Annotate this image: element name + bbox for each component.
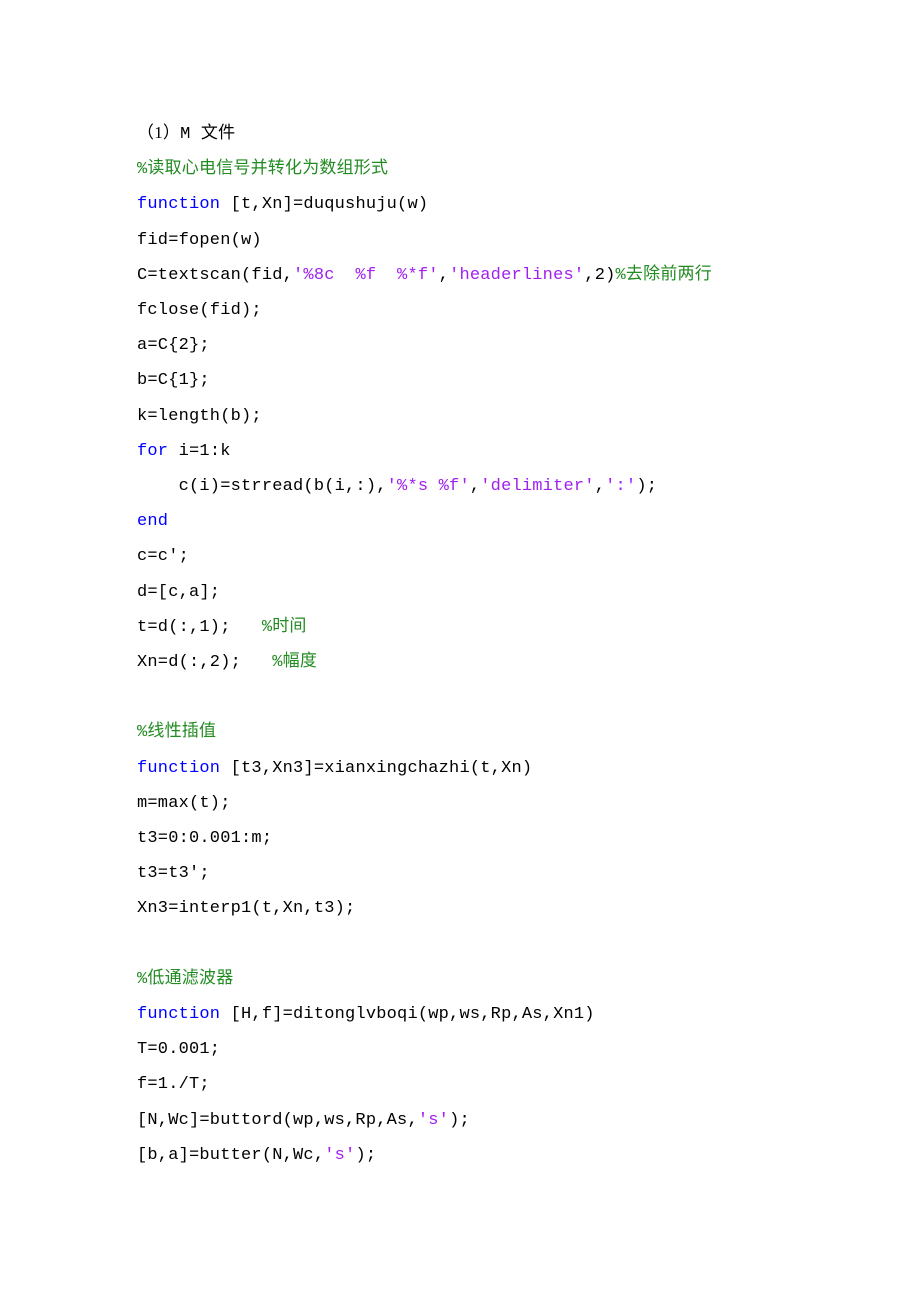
code-line: function [H,f]=ditonglvboqi(wp,ws,Rp,As,… <box>137 997 790 1032</box>
code-token: i=1:k <box>179 442 231 461</box>
code-line: c=c'; <box>137 539 790 574</box>
code-token: 文件 <box>201 123 235 142</box>
code-line: fclose(fid); <box>137 293 790 328</box>
code-token: ); <box>355 1146 376 1165</box>
code-token: m=max(t); <box>137 794 231 813</box>
code-token: [t3,Xn3]=xianxingchazhi(t,Xn) <box>231 759 533 778</box>
code-token: ); <box>449 1111 470 1130</box>
code-token: Xn3=interp1(t,Xn,t3); <box>137 899 355 918</box>
code-token: 'headerlines' <box>449 266 584 285</box>
code-token: t=d(:,1); <box>137 618 262 637</box>
code-line: T=0.001; <box>137 1032 790 1067</box>
code-token: %低通滤波器 <box>137 970 233 989</box>
code-token: Xn=d(:,2); <box>137 653 272 672</box>
code-token: c(i)=strread(b(i,:), <box>137 477 387 496</box>
code-line: for i=1:k <box>137 434 790 469</box>
code-line: m=max(t); <box>137 786 790 821</box>
code-line: end <box>137 504 790 539</box>
code-token: function <box>137 195 231 214</box>
code-line: %线性插值 <box>137 715 790 750</box>
code-line: a=C{2}; <box>137 328 790 363</box>
code-token: '%8c %f %*f' <box>293 266 439 285</box>
code-token: '%*s %f' <box>387 477 470 496</box>
blank-line <box>137 680 790 715</box>
code-token: [N,Wc]=buttord(wp,ws,Rp,As, <box>137 1111 418 1130</box>
code-line: %低通滤波器 <box>137 962 790 997</box>
code-token: 's' <box>324 1146 355 1165</box>
code-token: 's' <box>418 1111 449 1130</box>
code-line: t3=t3'; <box>137 856 790 891</box>
code-token: C=textscan(fid, <box>137 266 293 285</box>
code-line: fid=fopen(w) <box>137 223 790 258</box>
code-token: k=length(b); <box>137 407 262 426</box>
code-token: , <box>439 266 449 285</box>
code-line: k=length(b); <box>137 399 790 434</box>
code-token: %幅度 <box>272 653 317 672</box>
code-token: f=1./T; <box>137 1075 210 1094</box>
code-line: c(i)=strread(b(i,:),'%*s %f','delimiter'… <box>137 469 790 504</box>
code-token: %时间 <box>262 618 307 637</box>
code-line: Xn=d(:,2); %幅度 <box>137 645 790 680</box>
code-token: b=C{1}; <box>137 371 210 390</box>
code-line: b=C{1}; <box>137 363 790 398</box>
code-token: %读取心电信号并转化为数组形式 <box>137 160 388 179</box>
code-line: d=[c,a]; <box>137 575 790 610</box>
code-line: %读取心电信号并转化为数组形式 <box>137 152 790 187</box>
blank-line <box>137 927 790 962</box>
code-token: , <box>470 477 480 496</box>
document-page: （1）M 文件 %读取心电信号并转化为数组形式 function [t,Xn]=du… <box>0 0 920 1302</box>
code-token: [H,f]=ditonglvboqi(wp,ws,Rp,As,Xn1) <box>231 1005 595 1024</box>
code-token: %线性插值 <box>137 723 216 742</box>
code-token: for <box>137 442 179 461</box>
code-token: 'delimiter' <box>480 477 594 496</box>
code-token: ,2) <box>584 266 615 285</box>
code-token: a=C{2}; <box>137 336 210 355</box>
code-token: T=0.001; <box>137 1040 220 1059</box>
code-token: fid=fopen(w) <box>137 231 262 250</box>
code-line: Xn3=interp1(t,Xn,t3); <box>137 891 790 926</box>
code-line: f=1./T; <box>137 1067 790 1102</box>
code-line: function [t,Xn]=duqushuju(w) <box>137 187 790 222</box>
code-block: （1）M 文件 %读取心电信号并转化为数组形式 function [t,Xn]=du… <box>137 115 790 1173</box>
code-token: c=c'; <box>137 547 189 566</box>
code-token: end <box>137 512 168 531</box>
code-line: C=textscan(fid,'%8c %f %*f','headerlines… <box>137 258 790 293</box>
code-token: , <box>595 477 605 496</box>
code-token: %去除前两行 <box>616 266 712 285</box>
code-token: [t,Xn]=duqushuju(w) <box>231 195 429 214</box>
code-token: fclose(fid); <box>137 301 262 320</box>
code-line: t=d(:,1); %时间 <box>137 610 790 645</box>
code-token: d=[c,a]; <box>137 583 220 602</box>
code-token: M <box>180 125 201 144</box>
code-line: [b,a]=butter(N,Wc,'s'); <box>137 1138 790 1173</box>
code-token: ':' <box>605 477 636 496</box>
code-token: ); <box>636 477 657 496</box>
code-line: [N,Wc]=buttord(wp,ws,Rp,As,'s'); <box>137 1103 790 1138</box>
code-token: function <box>137 759 231 778</box>
code-token: （1） <box>137 123 180 142</box>
code-line: t3=0:0.001:m; <box>137 821 790 856</box>
code-line: （1）M 文件 <box>137 115 790 152</box>
code-token: t3=0:0.001:m; <box>137 829 272 848</box>
code-token: [b,a]=butter(N,Wc, <box>137 1146 324 1165</box>
code-token: function <box>137 1005 231 1024</box>
code-token: t3=t3'; <box>137 864 210 883</box>
code-line: function [t3,Xn3]=xianxingchazhi(t,Xn) <box>137 751 790 786</box>
